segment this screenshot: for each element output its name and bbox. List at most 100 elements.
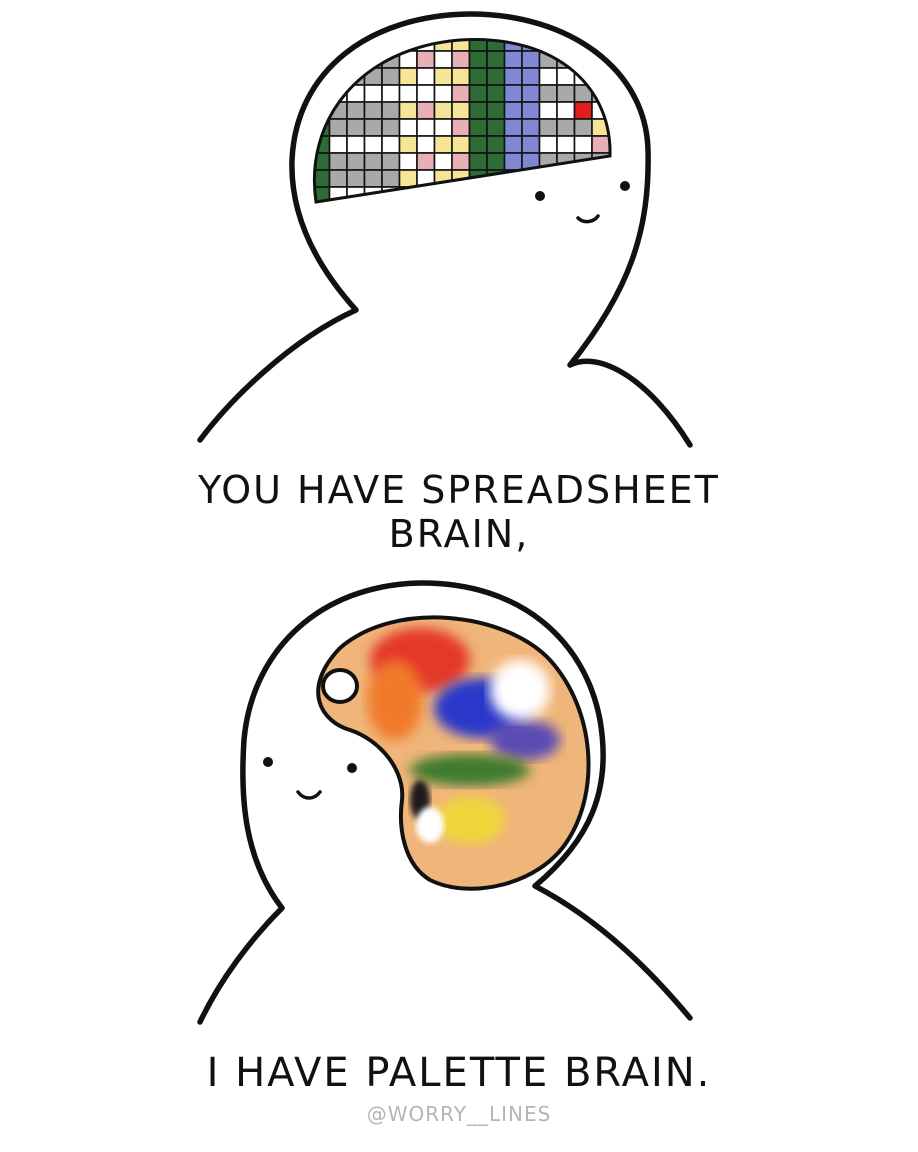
grid-cell xyxy=(538,169,558,188)
grid-cell xyxy=(591,169,611,188)
grid-cell xyxy=(486,135,506,154)
grid-cell xyxy=(468,118,488,137)
grid-cell xyxy=(346,152,366,171)
grid-cell xyxy=(433,101,453,120)
grid-cell xyxy=(416,67,436,86)
grid-cell xyxy=(451,152,471,171)
grid-cell xyxy=(468,135,488,154)
artist-credit: @WORRY__LINES xyxy=(366,1102,552,1126)
grid-cell xyxy=(381,84,401,103)
grid-cell xyxy=(468,67,488,86)
grid-cell xyxy=(433,135,453,154)
grid-cell xyxy=(573,50,593,69)
grid-cell xyxy=(486,152,506,171)
spreadsheet-grid xyxy=(314,39,611,202)
grid-cell xyxy=(503,50,523,69)
grid-cell xyxy=(416,101,436,120)
grid-cell xyxy=(538,118,558,137)
grid-cell xyxy=(398,152,418,171)
grid-cell xyxy=(538,67,558,86)
grid-cell xyxy=(468,50,488,69)
grid-cell xyxy=(503,186,523,202)
grid-cell xyxy=(521,169,541,188)
grid-cell xyxy=(591,186,611,202)
grid-cell xyxy=(608,84,611,103)
grid-cell xyxy=(363,169,383,188)
grid-cell xyxy=(608,39,611,52)
grid-cell xyxy=(468,186,488,202)
grid-cell xyxy=(503,101,523,120)
grid-cell xyxy=(591,135,611,154)
grid-cell xyxy=(363,118,383,137)
grid-cell xyxy=(451,84,471,103)
grid-cell xyxy=(314,39,331,52)
grid-cell xyxy=(451,135,471,154)
grid-cell xyxy=(486,101,506,120)
grid-cell xyxy=(398,135,418,154)
grid-cell xyxy=(503,84,523,103)
grid-cell xyxy=(608,135,611,154)
panel-palette-brain xyxy=(197,580,693,1025)
grid-cell xyxy=(346,50,366,69)
grid-cell xyxy=(608,118,611,137)
caption-line-1: YOU HAVE SPREADSHEET xyxy=(198,468,720,512)
grid-cell xyxy=(521,135,541,154)
grid-cell xyxy=(538,39,558,52)
grid-cell xyxy=(381,152,401,171)
grid-cell xyxy=(451,101,471,120)
grid-cell xyxy=(468,84,488,103)
grid-cell xyxy=(416,50,436,69)
grid-cell xyxy=(556,84,576,103)
grid-cell xyxy=(486,186,506,202)
right-eye-2 xyxy=(347,763,357,773)
grid-cell xyxy=(451,39,471,52)
grid-cell xyxy=(381,101,401,120)
grid-cell xyxy=(556,169,576,188)
grid-cell xyxy=(486,84,506,103)
grid-cell xyxy=(328,186,348,202)
grid-cell xyxy=(556,135,576,154)
left-eye-1 xyxy=(535,191,545,201)
grid-cell xyxy=(433,67,453,86)
grid-cell xyxy=(451,67,471,86)
grid-cell xyxy=(608,101,611,120)
grid-cell xyxy=(398,101,418,120)
smile-2 xyxy=(296,790,322,800)
grid-cell xyxy=(398,67,418,86)
grid-cell xyxy=(381,169,401,188)
grid-cell xyxy=(416,135,436,154)
grid-cell xyxy=(314,101,331,120)
grid-cell xyxy=(328,135,348,154)
grid-cell xyxy=(433,186,453,202)
left-eye-2 xyxy=(263,757,273,767)
grid-cell xyxy=(328,169,348,188)
caption-line-2: BRAIN, xyxy=(388,512,530,556)
grid-cell xyxy=(398,118,418,137)
grid-cell xyxy=(381,118,401,137)
grid-cell xyxy=(328,39,348,52)
grid-cell xyxy=(381,67,401,86)
grid-cell xyxy=(556,118,576,137)
caption-palette-brain: I HAVE PALETTE BRAIN. xyxy=(206,1050,712,1096)
grid-cell xyxy=(451,50,471,69)
grid-cell xyxy=(433,84,453,103)
grid-cell xyxy=(486,118,506,137)
grid-cell xyxy=(486,67,506,86)
grid-cell xyxy=(503,118,523,137)
grid-cell xyxy=(433,152,453,171)
grid-cell xyxy=(346,101,366,120)
grid-cell xyxy=(433,118,453,137)
grid-cell xyxy=(556,101,576,120)
panel-spreadsheet-brain xyxy=(197,11,693,448)
grid-cell xyxy=(416,84,436,103)
grid-cell xyxy=(521,84,541,103)
grid-cell xyxy=(363,101,383,120)
grid-cell xyxy=(346,169,366,188)
grid-cell xyxy=(416,118,436,137)
grid-cell xyxy=(381,135,401,154)
grid-cell xyxy=(591,67,611,86)
grid-cell xyxy=(538,135,558,154)
grid-cell xyxy=(451,186,471,202)
smile-1 xyxy=(576,214,600,224)
paint-palette xyxy=(316,615,591,891)
